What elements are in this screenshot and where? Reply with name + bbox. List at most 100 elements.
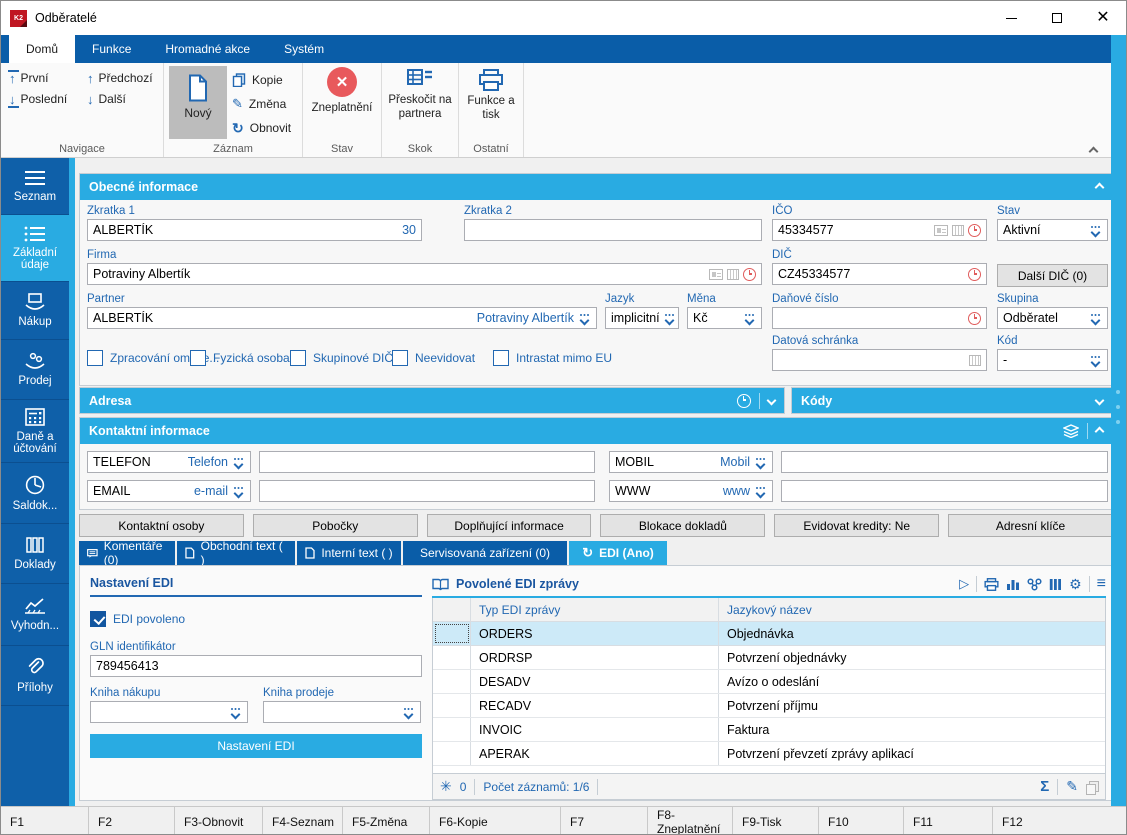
tab-funkce[interactable]: Funkce bbox=[75, 35, 148, 63]
sidebar-item-dane-a-uctovani[interactable]: Daně a účtování bbox=[1, 400, 69, 463]
change-button[interactable]: ✎ Změna bbox=[232, 93, 291, 115]
fkey-f5[interactable]: F5-Změna bbox=[343, 807, 430, 835]
fkey-f9[interactable]: F9-Tisk bbox=[733, 807, 819, 835]
panel-header-kody[interactable]: Kódy bbox=[792, 388, 1112, 413]
cell-nazev[interactable]: Potvrzení převzetí zprávy aplikací bbox=[719, 742, 1105, 765]
sidebar-item-nakup[interactable]: Nákup bbox=[1, 282, 69, 340]
checkbox-fyzicka-osoba[interactable]: Fyzická osoba bbox=[190, 350, 290, 366]
cell-nazev[interactable]: Potvrzení objednávky bbox=[719, 646, 1105, 669]
table-row-selected[interactable]: ORDERS Objednávka bbox=[433, 622, 1105, 646]
tab-system[interactable]: Systém bbox=[267, 35, 341, 63]
panel-header-kontaktni-informace[interactable]: Kontaktní informace bbox=[80, 418, 1112, 444]
skupina-select[interactable]: Odběratel bbox=[997, 307, 1108, 329]
row-selector-cell[interactable] bbox=[433, 742, 471, 765]
fkey-f10[interactable]: F10 bbox=[819, 807, 904, 835]
www-input[interactable] bbox=[781, 480, 1108, 502]
pobocky-button[interactable]: Pobočky bbox=[253, 514, 418, 537]
telefon-input[interactable] bbox=[259, 451, 595, 473]
sidebar-item-seznam[interactable]: Seznam bbox=[1, 158, 69, 215]
ribbon-collapse-button[interactable] bbox=[1090, 142, 1099, 151]
close-button[interactable]: ✕ bbox=[1080, 1, 1126, 35]
relations-icon[interactable] bbox=[1027, 578, 1042, 591]
tab-servisovana-zarizeni[interactable]: Servisovaná zařízení (0) bbox=[403, 541, 567, 565]
fkey-f11[interactable]: F11 bbox=[904, 807, 993, 835]
fkey-f1[interactable]: F1 bbox=[1, 807, 89, 835]
sidebar-item-doklady[interactable]: Doklady bbox=[1, 524, 69, 584]
fkey-f4[interactable]: F4-Seznam bbox=[263, 807, 343, 835]
last-button[interactable]: ↓Poslední bbox=[9, 92, 67, 106]
mena-select[interactable]: Kč bbox=[687, 307, 762, 329]
panel-header-adresa[interactable]: Adresa bbox=[80, 388, 784, 413]
tab-edi[interactable]: ↻ EDI (Ano) bbox=[569, 541, 667, 565]
fkey-f2[interactable]: F2 bbox=[89, 807, 175, 835]
datova-schranka-input[interactable] bbox=[772, 349, 987, 371]
tab-domu[interactable]: Domů bbox=[9, 35, 75, 63]
first-button[interactable]: ↑První bbox=[9, 71, 67, 85]
cell-typ[interactable]: ORDERS bbox=[471, 622, 719, 645]
layers-icon[interactable] bbox=[1063, 424, 1079, 438]
row-selector-cell[interactable] bbox=[433, 694, 471, 717]
cell-typ[interactable]: DESADV bbox=[471, 670, 719, 693]
email-input[interactable] bbox=[259, 480, 595, 502]
mobil-input[interactable] bbox=[781, 451, 1108, 473]
gln-input[interactable]: 789456413 bbox=[90, 655, 422, 677]
cell-typ[interactable]: RECADV bbox=[471, 694, 719, 717]
refresh-button[interactable]: ↻ Obnovit bbox=[232, 117, 291, 139]
columns-icon[interactable] bbox=[1049, 578, 1062, 591]
tab-interni-text[interactable]: Interní text ( ) bbox=[297, 541, 401, 565]
dalsi-dic-button[interactable]: Další DIČ (0) bbox=[997, 264, 1108, 287]
column-header-typ[interactable]: Typ EDI zprávy bbox=[471, 598, 719, 621]
new-button[interactable]: Nový bbox=[169, 66, 227, 139]
next-button[interactable]: ↓Další bbox=[87, 92, 153, 106]
jump-to-partner-button[interactable]: Přeskočit na partnera bbox=[384, 69, 456, 139]
sidebar-item-zakladni-udaje[interactable]: Základní údaje bbox=[1, 215, 69, 282]
sum-icon[interactable]: Σ bbox=[1040, 778, 1049, 795]
evidovat-kredity-button[interactable]: Evidovat kredity: Ne bbox=[774, 514, 939, 537]
cell-typ[interactable]: INVOIC bbox=[471, 718, 719, 741]
fkey-f3[interactable]: F3-Obnovit bbox=[175, 807, 263, 835]
stav-select[interactable]: Aktivní bbox=[997, 219, 1108, 241]
fkey-f7[interactable]: F7 bbox=[561, 807, 648, 835]
vertical-scrollbar[interactable] bbox=[1111, 35, 1126, 806]
mobil-type-select[interactable]: MOBIL Mobil bbox=[609, 451, 773, 473]
jazyk-select[interactable]: implicitní bbox=[605, 307, 679, 329]
ico-input[interactable]: 45334577 bbox=[772, 219, 987, 241]
firma-input[interactable]: Potraviny Albertík bbox=[87, 263, 762, 285]
email-type-select[interactable]: EMAIL e-mail bbox=[87, 480, 251, 502]
kontaktni-osoby-button[interactable]: Kontaktní osoby bbox=[79, 514, 244, 537]
kniha-prodeje-select[interactable] bbox=[263, 701, 421, 723]
history-clock-icon[interactable] bbox=[737, 394, 751, 408]
fkey-f8[interactable]: F8-Zneplatnění bbox=[648, 807, 733, 835]
tab-komentare[interactable]: Komentáře (0) bbox=[79, 541, 175, 565]
row-selector-cell[interactable] bbox=[433, 670, 471, 693]
functions-print-button[interactable]: Funkce a tisk bbox=[461, 69, 521, 139]
minimize-button[interactable] bbox=[988, 1, 1034, 35]
row-selector-cell[interactable] bbox=[433, 646, 471, 669]
doplnujici-informace-button[interactable]: Doplňující informace bbox=[427, 514, 592, 537]
cell-nazev[interactable]: Objednávka bbox=[719, 622, 1105, 645]
partner-link[interactable]: Potraviny Albertík bbox=[477, 311, 574, 325]
print-icon[interactable] bbox=[984, 578, 999, 591]
table-row[interactable]: DESADV Avízo o odeslání bbox=[433, 670, 1105, 694]
dic-input[interactable]: CZ45334577 bbox=[772, 263, 987, 285]
row-selector-cell[interactable] bbox=[433, 622, 471, 645]
edi-povoleno-checkbox[interactable]: EDI povoleno bbox=[90, 611, 422, 627]
checkbox-neevidovat[interactable]: Neevidovat bbox=[392, 350, 475, 366]
sidebar-item-prodej[interactable]: Prodej bbox=[1, 340, 69, 400]
checkbox-intrastat-mimo-eu[interactable]: Intrastat mimo EU bbox=[493, 350, 612, 366]
partner-input[interactable]: ALBERTÍK Potraviny Albertík bbox=[87, 307, 597, 329]
table-row[interactable]: RECADV Potvrzení příjmu bbox=[433, 694, 1105, 718]
filter-asterisk-icon[interactable]: ✳ bbox=[440, 778, 452, 795]
fkey-f6[interactable]: F6-Kopie bbox=[430, 807, 561, 835]
copy-button[interactable]: Kopie bbox=[232, 69, 291, 91]
invalidate-button[interactable]: ✕ Zneplatnění bbox=[305, 67, 379, 137]
edit-pencil-icon[interactable]: ✎ bbox=[1066, 778, 1078, 795]
row-selector-cell[interactable] bbox=[433, 718, 471, 741]
cell-typ[interactable]: APERAK bbox=[471, 742, 719, 765]
nastaveni-edi-button[interactable]: Nastavení EDI bbox=[90, 734, 422, 758]
cell-nazev[interactable]: Potvrzení příjmu bbox=[719, 694, 1105, 717]
row-selector-header[interactable] bbox=[433, 598, 471, 621]
telefon-type-select[interactable]: TELEFON Telefon bbox=[87, 451, 251, 473]
sidebar-item-saldokonto[interactable]: Saldok... bbox=[1, 463, 69, 524]
fkey-f12[interactable]: F12 bbox=[993, 807, 1126, 835]
